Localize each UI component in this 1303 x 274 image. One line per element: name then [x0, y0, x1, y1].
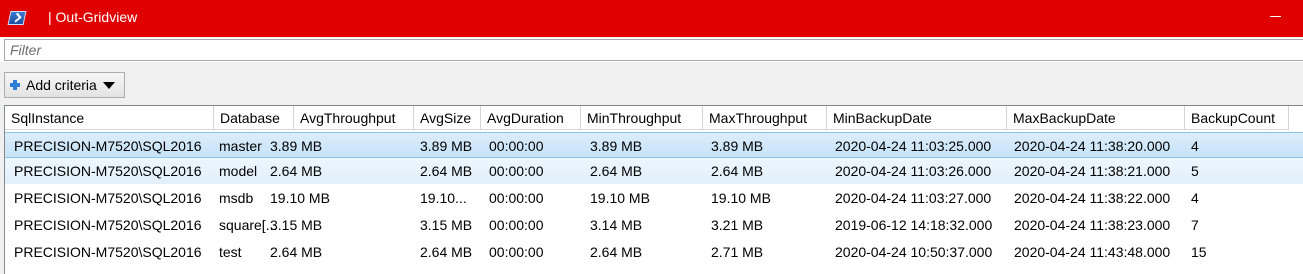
cell-backupcount: 15: [1191, 244, 1207, 260]
cell-sqlinstance: PRECISION-M7520\SQL2016: [14, 163, 202, 179]
cell-avgsize: 19.10...: [420, 190, 467, 206]
column-header-backupcount[interactable]: BackupCount: [1185, 106, 1289, 130]
cell-avgthroughput: 2.64 MB: [270, 163, 323, 179]
grid-body: SqlInstance Database AvgThroughput AvgSi…: [4, 105, 1303, 274]
cell-avgthroughput: 19.10 MB: [270, 190, 330, 206]
table-row[interactable]: PRECISION-M7520\SQL2016 square[... 3.15 …: [5, 212, 1303, 238]
cell-avgthroughput: 3.89 MB: [270, 138, 323, 154]
cell-avgsize: 2.64 MB: [420, 244, 473, 260]
column-header-database[interactable]: Database: [214, 106, 294, 130]
cell-maxthroughput: 19.10 MB: [711, 190, 771, 206]
cell-minthroughput: 3.89 MB: [590, 138, 643, 154]
column-header-minthroughput[interactable]: MinThroughput: [581, 106, 703, 130]
title-bar: | Out-Gridview: [0, 0, 1303, 37]
table-row[interactable]: PRECISION-M7520\SQL2016 msdb 19.10 MB 19…: [5, 185, 1303, 211]
cell-sqlinstance: PRECISION-M7520\SQL2016: [14, 244, 202, 260]
cell-avgduration: 00:00:00: [489, 190, 544, 206]
cell-avgthroughput: 3.15 MB: [270, 217, 323, 233]
cell-maxthroughput: 3.89 MB: [711, 138, 764, 154]
cell-maxthroughput: 2.64 MB: [711, 163, 764, 179]
add-criteria-button[interactable]: Add criteria: [4, 72, 125, 98]
table-row[interactable]: PRECISION-M7520\SQL2016 master 3.89 MB 3…: [5, 132, 1303, 158]
column-header-sqlinstance[interactable]: SqlInstance: [5, 106, 214, 130]
cell-maxbackupdate: 2020-04-24 11:43:48.000: [1014, 244, 1171, 260]
cell-backupcount: 5: [1191, 163, 1199, 179]
cell-sqlinstance: PRECISION-M7520\SQL2016: [14, 217, 202, 233]
cell-minthroughput: 2.64 MB: [590, 244, 643, 260]
filter-box[interactable]: [4, 39, 1303, 61]
cell-avgthroughput: 2.64 MB: [270, 244, 323, 260]
column-header-minbackupdate[interactable]: MinBackupDate: [827, 106, 1007, 130]
cell-backupcount: 4: [1191, 138, 1199, 154]
cell-sqlinstance: PRECISION-M7520\SQL2016: [14, 190, 202, 206]
grid-header: SqlInstance Database AvgThroughput AvgSi…: [5, 106, 1303, 130]
cell-minbackupdate: 2020-04-24 11:03:27.000: [835, 190, 992, 206]
cell-backupcount: 7: [1191, 217, 1199, 233]
cell-avgduration: 00:00:00: [489, 244, 544, 260]
cell-avgduration: 00:00:00: [489, 138, 544, 154]
chevron-down-icon: [102, 81, 115, 89]
cell-maxbackupdate: 2020-04-24 11:38:21.000: [1014, 163, 1171, 179]
window-title: | Out-Gridview: [48, 9, 138, 25]
filter-input[interactable]: [5, 40, 1303, 60]
cell-minthroughput: 19.10 MB: [590, 190, 650, 206]
criteria-bar: Add criteria: [0, 62, 1303, 102]
cell-sqlinstance: PRECISION-M7520\SQL2016: [14, 138, 202, 154]
cell-backupcount: 4: [1191, 190, 1199, 206]
column-header-maxbackupdate[interactable]: MaxBackupDate: [1007, 106, 1185, 130]
cell-maxthroughput: 3.21 MB: [711, 217, 764, 233]
cell-minbackupdate: 2020-04-24 11:03:25.000: [835, 138, 992, 154]
minimize-icon[interactable]: [1270, 16, 1281, 17]
cell-minbackupdate: 2020-04-24 11:03:26.000: [835, 163, 992, 179]
cell-minthroughput: 3.14 MB: [590, 217, 643, 233]
powershell-icon: [7, 11, 27, 25]
table-row[interactable]: PRECISION-M7520\SQL2016 test 2.64 MB 2.6…: [5, 239, 1303, 265]
results-grid: SqlInstance Database AvgThroughput AvgSi…: [0, 102, 1303, 274]
cell-avgduration: 00:00:00: [489, 163, 544, 179]
cell-avgsize: 3.89 MB: [420, 138, 473, 154]
cell-minbackupdate: 2020-04-24 10:50:37.000: [835, 244, 993, 260]
column-header-avgsize[interactable]: AvgSize: [414, 106, 481, 130]
plus-icon: [10, 80, 20, 90]
cell-maxbackupdate: 2020-04-24 11:38:22.000: [1014, 190, 1171, 206]
column-header-maxthroughput[interactable]: MaxThroughput: [703, 106, 827, 130]
add-criteria-label: Add criteria: [26, 77, 97, 93]
column-header-avgthroughput[interactable]: AvgThroughput: [294, 106, 414, 130]
column-header-avgduration[interactable]: AvgDuration: [481, 106, 581, 130]
cell-maxthroughput: 2.71 MB: [711, 244, 764, 260]
cell-avgsize: 3.15 MB: [420, 217, 473, 233]
cell-avgsize: 2.64 MB: [420, 163, 473, 179]
cell-maxbackupdate: 2020-04-24 11:38:20.000: [1014, 138, 1171, 154]
table-row[interactable]: PRECISION-M7520\SQL2016 model 2.64 MB 2.…: [5, 158, 1303, 184]
cell-maxbackupdate: 2020-04-24 11:38:23.000: [1014, 217, 1171, 233]
cell-minthroughput: 2.64 MB: [590, 163, 643, 179]
cell-avgduration: 00:00:00: [489, 217, 544, 233]
cell-minbackupdate: 2019-06-12 14:18:32.000: [835, 217, 993, 233]
